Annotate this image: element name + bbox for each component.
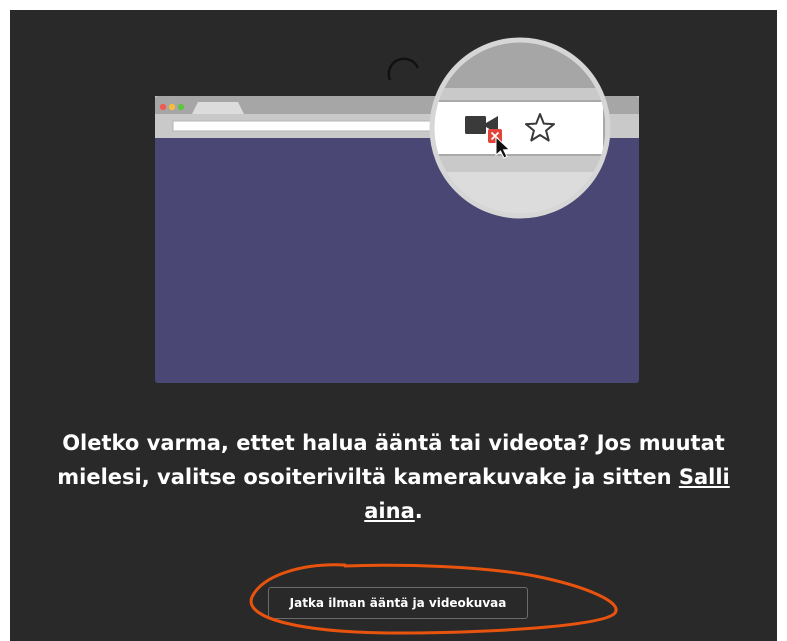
window-minimize-dot	[168, 103, 176, 111]
browser-permission-illustration	[155, 37, 639, 383]
permission-message: Oletko varma, ettet halua ääntä tai vide…	[30, 426, 757, 528]
continue-without-audio-video-button[interactable]: Jatka ilman ääntä ja videokuvaa	[268, 587, 528, 619]
window-maximize-dot	[177, 103, 185, 111]
browser-tab	[192, 102, 244, 114]
window-close-dot	[159, 103, 167, 111]
message-end: .	[414, 499, 423, 523]
permission-dialog: Oletko varma, ettet halua ääntä tai vide…	[10, 10, 777, 641]
magnifier	[429, 37, 611, 219]
message-text: Oletko varma, ettet halua ääntä tai vide…	[57, 431, 725, 489]
loading-spinner	[387, 57, 420, 81]
